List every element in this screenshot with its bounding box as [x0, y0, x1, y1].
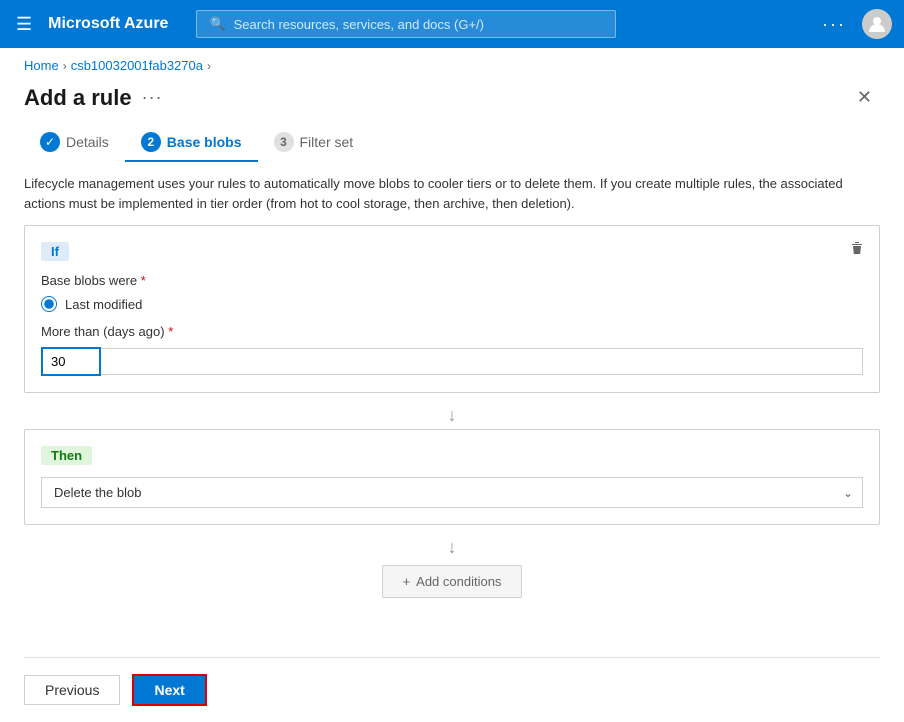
days-ago-input[interactable]: [41, 347, 101, 376]
breadcrumb-sep-1: ›: [63, 59, 67, 73]
tab-num-2: 2: [141, 132, 161, 152]
tab-base-blobs[interactable]: 2 Base blobs: [125, 124, 258, 162]
radio-last-modified[interactable]: Last modified: [41, 296, 863, 312]
add-conditions-area: + Add conditions: [24, 565, 880, 598]
arrow-connector-1: ↓: [24, 401, 880, 429]
tab-details-label: Details: [66, 134, 109, 150]
search-box[interactable]: 🔍: [196, 10, 616, 38]
days-ago-rest-input[interactable]: [101, 348, 863, 375]
required-asterisk: *: [141, 273, 146, 288]
app-title: Microsoft Azure: [48, 15, 168, 33]
breadcrumb-resource[interactable]: csb10032001fab3270a: [71, 58, 203, 73]
avatar[interactable]: [862, 9, 892, 39]
input-group: [41, 347, 863, 376]
next-button[interactable]: Next: [132, 674, 206, 706]
add-conditions-button[interactable]: + Add conditions: [382, 565, 523, 598]
more-options-icon[interactable]: ···: [822, 14, 846, 35]
base-blobs-were-label: Base blobs were *: [41, 273, 863, 288]
topbar: ☰ Microsoft Azure 🔍 ···: [0, 0, 904, 48]
bottom-buttons: Previous Next: [0, 658, 904, 722]
action-dropdown[interactable]: Delete the blob Move to cool storage Mov…: [41, 477, 863, 508]
hamburger-icon[interactable]: ☰: [12, 10, 36, 39]
arrow-connector-2: ↓: [24, 533, 880, 561]
tab-filter-set[interactable]: 3 Filter set: [258, 124, 370, 162]
topbar-right: ···: [822, 9, 892, 39]
tab-filter-set-label: Filter set: [300, 134, 354, 150]
radio-last-modified-input[interactable]: [41, 296, 57, 312]
search-icon: 🔍: [209, 16, 225, 32]
if-label: If: [41, 242, 69, 261]
page-title: Add a rule: [24, 85, 132, 111]
tab-check-icon: ✓: [40, 132, 60, 152]
action-dropdown-wrapper: Delete the blob Move to cool storage Mov…: [41, 477, 863, 508]
description-text: Lifecycle management uses your rules to …: [0, 170, 904, 225]
close-button[interactable]: ✕: [849, 83, 880, 112]
previous-button[interactable]: Previous: [24, 675, 120, 705]
breadcrumb: Home › csb10032001fab3270a ›: [0, 48, 904, 79]
page-title-row: Add a rule ··· ✕: [0, 79, 904, 124]
radio-last-modified-label: Last modified: [65, 297, 142, 312]
tabs-row: ✓ Details 2 Base blobs 3 Filter set: [0, 124, 904, 162]
plus-icon: +: [403, 574, 411, 589]
tab-details[interactable]: ✓ Details: [24, 124, 125, 162]
breadcrumb-sep-2: ›: [207, 59, 211, 73]
more-than-label: More than (days ago) *: [41, 324, 863, 339]
tab-num-3: 3: [274, 132, 294, 152]
search-input[interactable]: [234, 17, 604, 32]
down-arrow-icon: ↓: [448, 405, 457, 426]
main-area: Home › csb10032001fab3270a › Add a rule …: [0, 48, 904, 722]
breadcrumb-home[interactable]: Home: [24, 58, 59, 73]
then-label: Then: [41, 446, 92, 465]
if-block: If Base blobs were * Last modified More …: [24, 225, 880, 393]
delete-if-block-button[interactable]: [849, 240, 865, 261]
tab-base-blobs-label: Base blobs: [167, 134, 242, 150]
then-block: Then Delete the blob Move to cool storag…: [24, 429, 880, 525]
down-arrow-icon-2: ↓: [448, 537, 457, 558]
form-area: If Base blobs were * Last modified More …: [0, 225, 904, 657]
radio-group: Last modified: [41, 296, 863, 312]
add-conditions-label: Add conditions: [416, 574, 501, 589]
page-more-icon[interactable]: ···: [142, 87, 163, 108]
input-row: More than (days ago) *: [41, 324, 863, 376]
